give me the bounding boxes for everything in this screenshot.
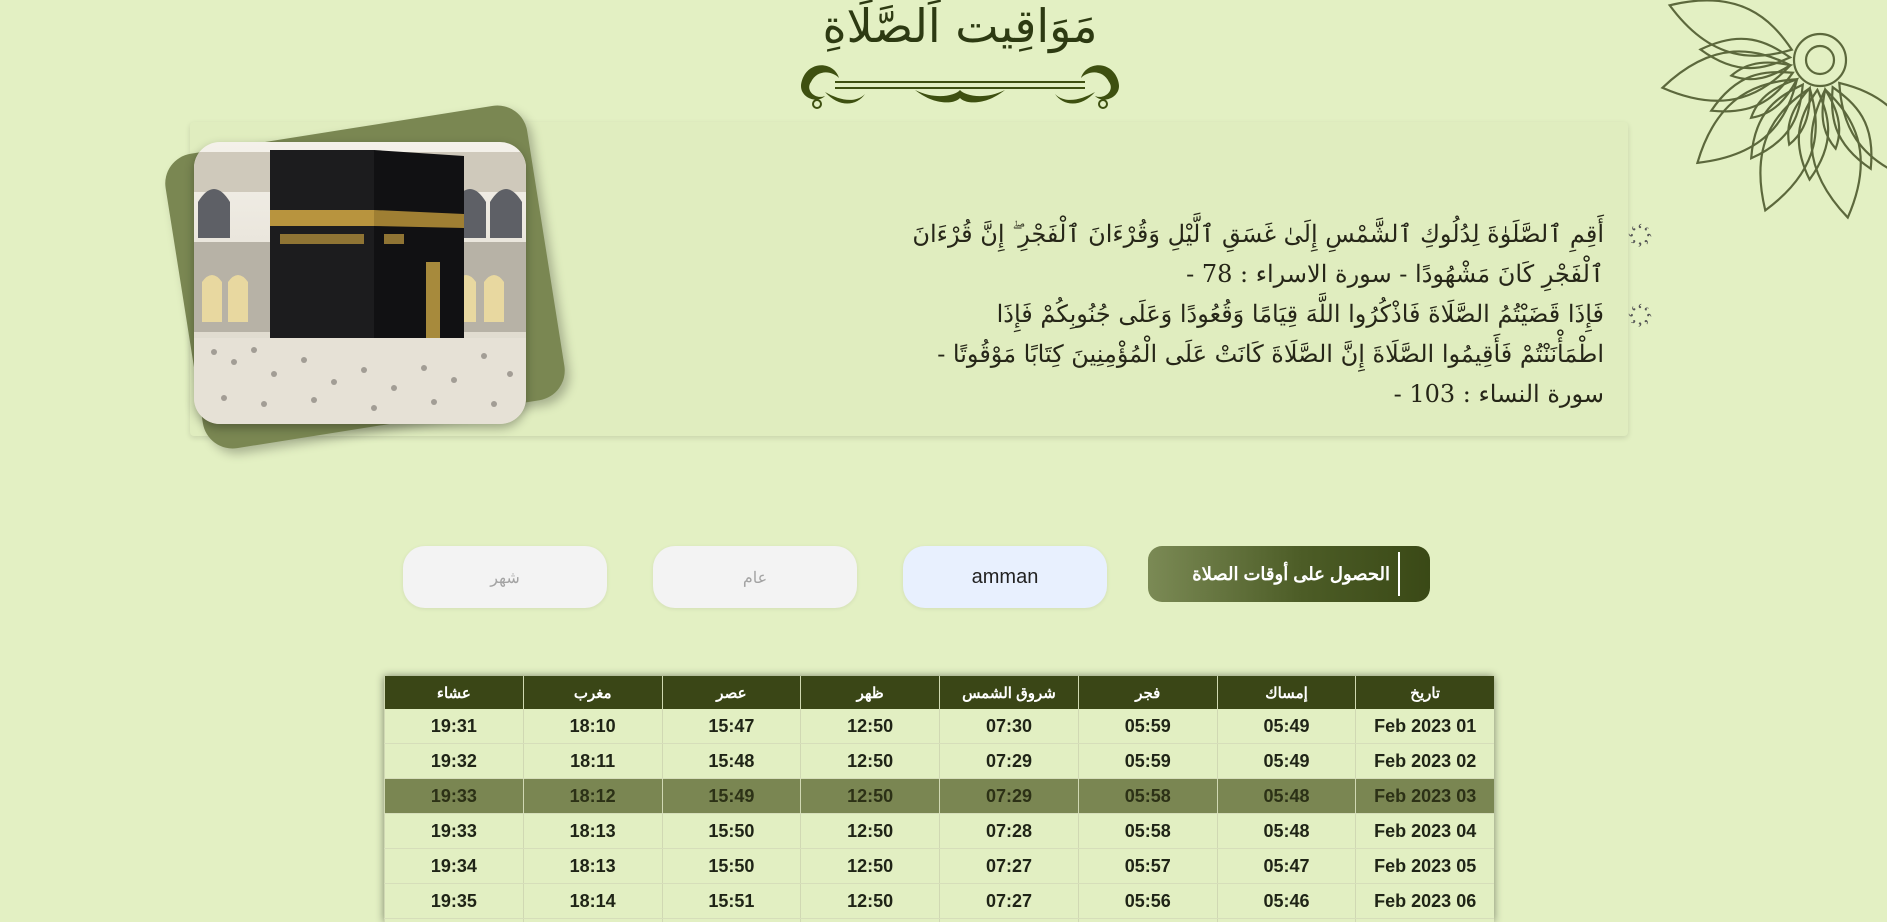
table-cell: 18:14 — [522, 883, 663, 919]
table-cell: 05:49 — [1216, 743, 1356, 779]
table-cell: 12:50 — [800, 709, 940, 744]
table-cell: 05:59 — [1077, 709, 1218, 744]
table-cell: 03 Feb 2023 — [1355, 778, 1494, 814]
table-cell: 15:47 — [661, 709, 801, 744]
table-cell: 18:13 — [522, 848, 663, 884]
table-cell: 01 Feb 2023 — [1355, 709, 1494, 744]
table-cell: 05:48 — [1216, 778, 1356, 814]
table-cell: 15:50 — [661, 848, 801, 884]
table-cell: 12:50 — [800, 778, 940, 814]
table-cell: 05:58 — [1077, 813, 1218, 849]
quote-item: ҉ فَإِذَا قَضَيْتُمُ الصَّلَاةَ فَاذْكُر… — [910, 294, 1640, 414]
table-cell: 07:27 — [939, 883, 1079, 919]
quote-list: ҉ أَقِمِ ٱلصَّلَوٰةَ لِدُلُوكِ ٱلشَّمْسِ… — [910, 214, 1640, 414]
column-header-dhuhr: ظهر — [800, 676, 940, 709]
get-prayer-times-label: الحصول على أوقات الصلاة — [1192, 563, 1390, 584]
table-cell: 02 Feb 2023 — [1355, 743, 1494, 779]
table-cell: 15:51 — [661, 883, 801, 919]
table-cell: 05:49 — [1216, 709, 1356, 744]
table-cell: 18:15 — [522, 918, 663, 922]
quote-item: ҉ أَقِمِ ٱلصَّلَوٰةَ لِدُلُوكِ ٱلشَّمْسِ… — [910, 214, 1640, 294]
kaaba-image-icon — [194, 142, 526, 424]
table-cell: 18:11 — [522, 743, 663, 779]
table-cell: 05:56 — [1077, 883, 1218, 919]
table-cell: 15:52 — [661, 918, 801, 922]
column-header-maghrib: مغرب — [522, 676, 663, 709]
get-prayer-times-button[interactable]: الحصول على أوقات الصلاة — [1148, 546, 1430, 602]
year-input[interactable] — [653, 546, 857, 608]
prayer-times-table: تاريخ إمساك فجر شروق الشمس ظهر عصر مغرب … — [384, 676, 1494, 922]
quote-text: فَإِذَا قَضَيْتُمُ الصَّلَاةَ فَاذْكُرُو… — [937, 300, 1604, 408]
table-cell: 19:32 — [384, 743, 524, 779]
table-cell: 07 Feb 2023 — [1355, 918, 1494, 922]
table-cell: 19:33 — [384, 813, 524, 849]
table-cell: 15:48 — [661, 743, 801, 779]
table-cell: 19:35 — [384, 883, 524, 919]
table-cell: 19:31 — [384, 709, 524, 744]
table-cell: 07:29 — [939, 743, 1079, 779]
table-cell: 06 Feb 2023 — [1355, 883, 1494, 919]
table-cell: 12:50 — [800, 883, 940, 919]
table-cell: 05:46 — [1216, 918, 1356, 922]
table-cell: 15:50 — [661, 813, 801, 849]
table-cell: 12:50 — [800, 848, 940, 884]
table-cell: 05:56 — [1077, 918, 1218, 922]
table-row: 03 Feb 2023 05:48 05:58 07:29 12:50 15:49 18:1… — [384, 778, 1494, 814]
table-cell: 07:29 — [939, 778, 1079, 814]
table-cell: 12:50 — [800, 813, 940, 849]
table-cell: 05:46 — [1216, 883, 1356, 919]
table-cell: 18:12 — [522, 778, 663, 814]
month-input[interactable] — [403, 546, 607, 608]
quote-text: أَقِمِ ٱلصَّلَوٰةَ لِدُلُوكِ ٱلشَّمْسِ إ… — [912, 220, 1604, 288]
table-row: 06 Feb 2023 05:46 05:56 07:27 12:50 15:51 18:1… — [384, 883, 1494, 919]
table-cell: 19:33 — [384, 778, 524, 814]
table-row: 04 Feb 2023 05:48 05:58 07:28 12:50 15:50 18:1… — [384, 813, 1494, 849]
column-header-isha: عشاء — [384, 676, 524, 709]
table-row: 02 Feb 2023 05:49 05:59 07:29 12:50 15:48 18:1… — [384, 743, 1494, 779]
table-cell: 19:36 — [384, 918, 524, 922]
table-cell: 07:30 — [939, 709, 1079, 744]
table-cell: 05:59 — [1077, 743, 1218, 779]
table-cell: 15:49 — [661, 778, 801, 814]
prayer-times-form: الحصول على أوقات الصلاة — [0, 546, 1887, 608]
table-cell: 05:57 — [1077, 848, 1218, 884]
mandala-decoration-icon — [1660, 0, 1887, 220]
table-cell: 05:47 — [1216, 848, 1356, 884]
column-header-sunrise: شروق الشمس — [939, 676, 1079, 709]
prayer-times-table-container: تاريخ إمساك فجر شروق الشمس ظهر عصر مغرب … — [384, 676, 1494, 922]
column-header-imsak: إمساك — [1216, 676, 1356, 709]
table-cell: 07:28 — [939, 813, 1079, 849]
table-cell: 05:58 — [1077, 778, 1218, 814]
table-cell: 07:26 — [939, 918, 1079, 922]
table-row: 01 Feb 2023 05:49 05:59 07:30 12:50 15:47 18:1… — [384, 709, 1494, 744]
table-row: 07 Feb 202305:4605:5607:2612:5015:5218:1… — [384, 918, 1494, 922]
column-header-asr: عصر — [661, 676, 801, 709]
column-header-date: تاريخ — [1355, 676, 1494, 709]
table-cell: 12:50 — [800, 743, 940, 779]
table-cell: 19:34 — [384, 848, 524, 884]
prayer-times-body: 01 Feb 2023 05:49 05:59 07:30 12:50 15:47 18:1… — [384, 709, 1494, 922]
table-cell: 05 Feb 2023 — [1355, 848, 1494, 884]
city-input[interactable] — [903, 546, 1107, 608]
column-header-fajr: فجر — [1077, 676, 1218, 709]
kaaba-photo — [194, 142, 526, 424]
table-cell: 05:48 — [1216, 813, 1356, 849]
button-divider — [1398, 552, 1400, 596]
title-divider-ornament-icon — [801, 65, 1119, 109]
table-header-row: تاريخ إمساك فجر شروق الشمس ظهر عصر مغرب … — [384, 676, 1494, 709]
table-row: 05 Feb 2023 05:47 05:57 07:27 12:50 15:50 18:1… — [384, 848, 1494, 884]
table-cell: 07:27 — [939, 848, 1079, 884]
table-cell: 18:10 — [522, 709, 663, 744]
table-cell: 12:50 — [800, 918, 940, 922]
page-title: مَوَاقِيت اَلصَّلَاةِ — [822, 0, 1098, 53]
table-cell: 18:13 — [522, 813, 663, 849]
table-cell: 04 Feb 2023 — [1355, 813, 1494, 849]
